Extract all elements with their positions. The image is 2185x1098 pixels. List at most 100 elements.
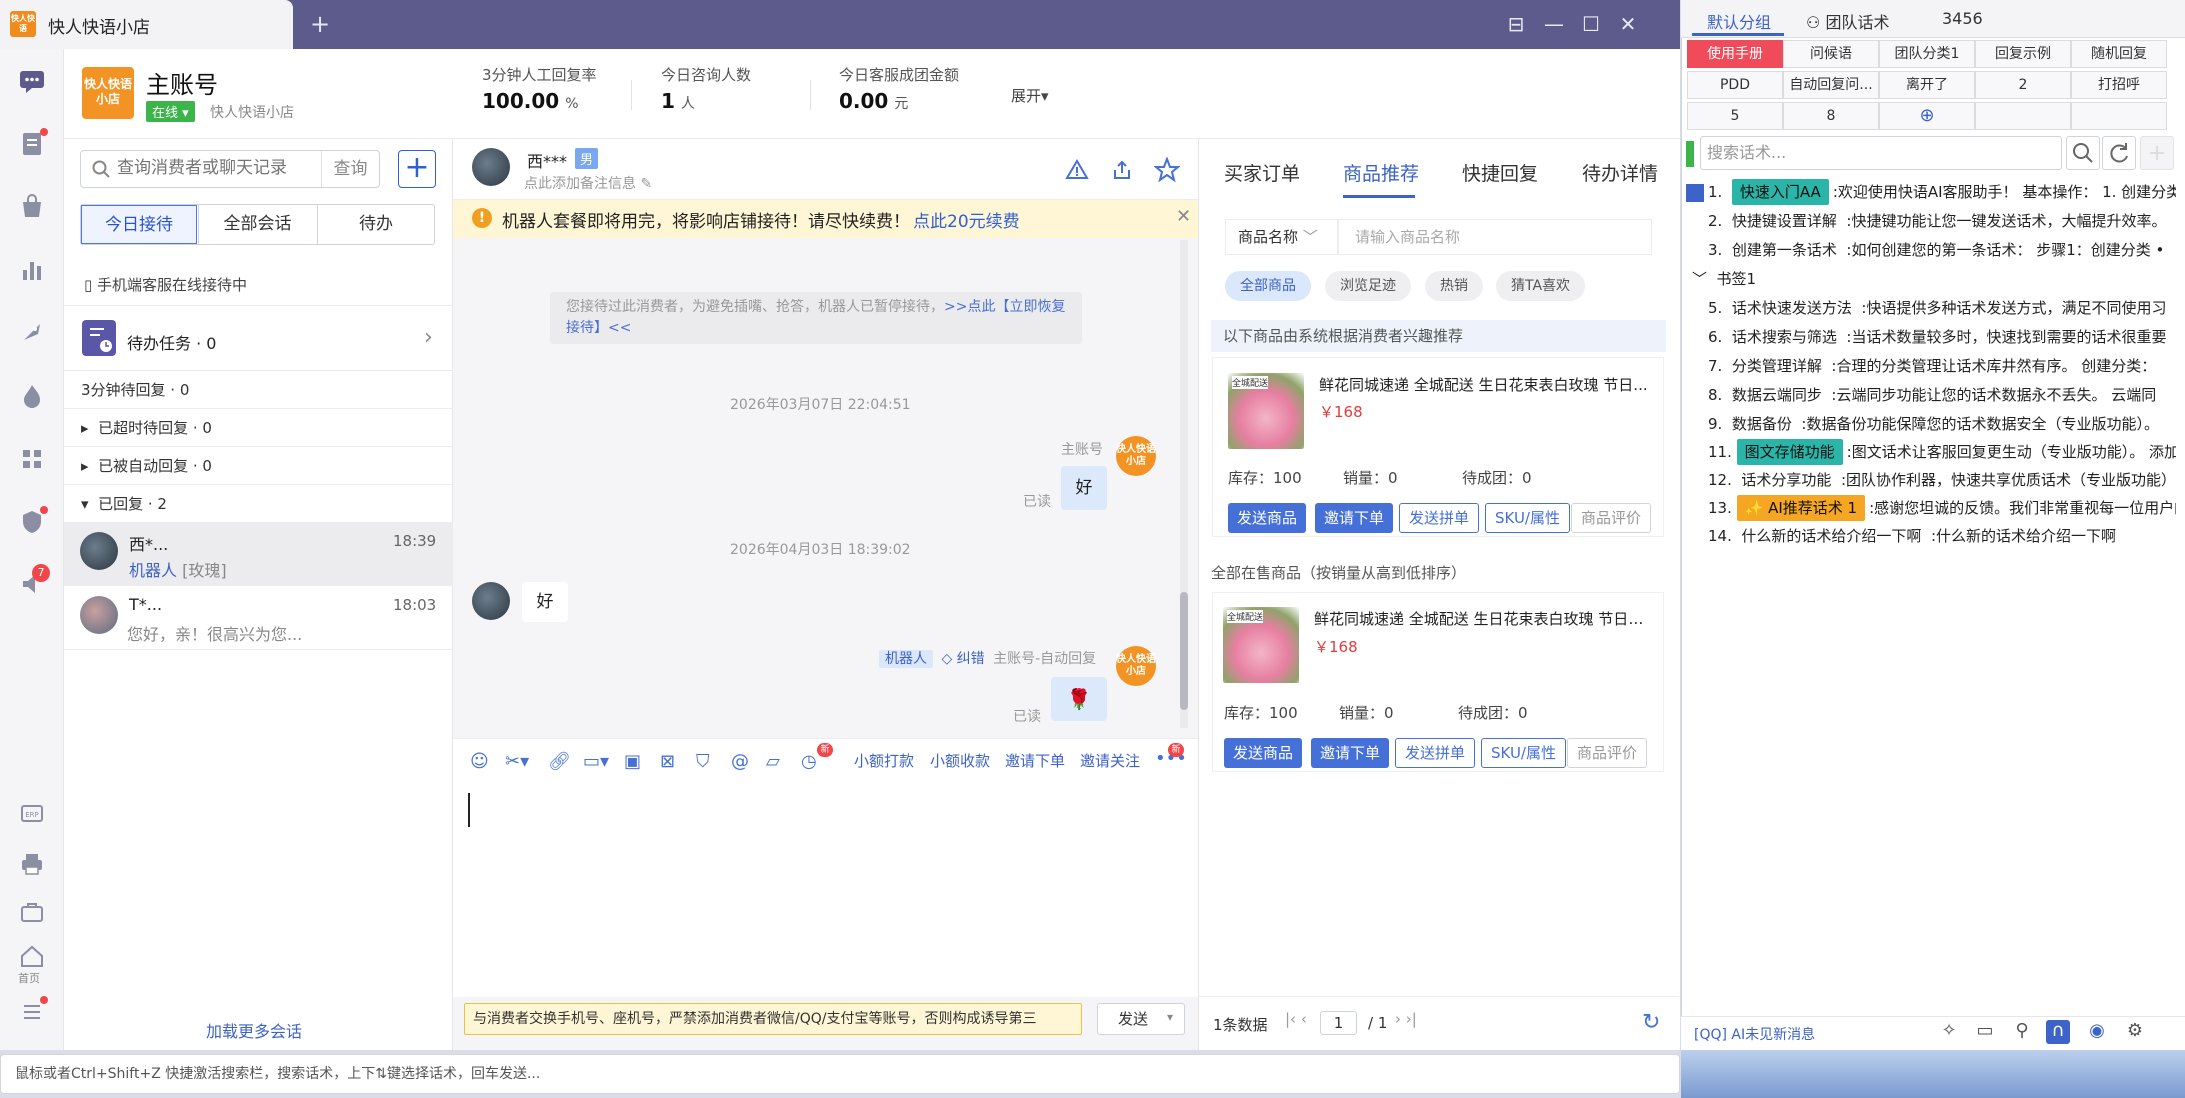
product-review-button[interactable]: 商品评价	[1571, 503, 1652, 533]
category-random-reply[interactable]: 随机回复	[2071, 40, 2167, 68]
pager-prev[interactable]: |‹ ‹	[1285, 1010, 1307, 1028]
warning-icon[interactable]	[1065, 158, 1089, 182]
minimize-button[interactable]: —	[1536, 6, 1572, 42]
chip-guess-like[interactable]: 猜TA喜欢	[1496, 271, 1586, 301]
category-auto-reply[interactable]: 自动回复问...	[1783, 71, 1879, 99]
send-product-button[interactable]: 发送商品	[1224, 738, 1303, 768]
category-hello[interactable]: 打招呼	[2071, 71, 2167, 99]
video-icon[interactable]: ▣	[624, 751, 641, 773]
refresh-icon[interactable]: ↻	[1642, 1010, 1660, 1035]
invite-order-button[interactable]: 邀请下单	[1315, 503, 1394, 533]
magnet-icon[interactable]: ∩	[2046, 1020, 2070, 1044]
erp-icon[interactable]: ERP	[16, 798, 48, 830]
script-folder[interactable]: ﹀ 书签1	[1686, 264, 2176, 294]
script-item[interactable]: 6. 话术搜索与筛选 :当话术数量较多时，快速找到需要的话术很重要	[1686, 322, 2176, 352]
close-icon[interactable]: ✕	[1176, 206, 1191, 227]
category-5[interactable]: 5	[1687, 102, 1783, 130]
script-item[interactable]: 13. ✨ AI推荐话术 1:感谢您坦诚的反馈。我们非常重视每一位用户的	[1686, 493, 2176, 523]
message-editor[interactable]	[453, 784, 1198, 997]
script-item[interactable]: 3. 创建第一条话术 :如何创建您的第一条话术： 步骤1：创建分类 •	[1686, 235, 2176, 265]
shield-icon[interactable]	[16, 506, 48, 538]
group-replied[interactable]: ▾ 已回复 · 2	[64, 485, 453, 523]
script-item[interactable]: 1. 快速入门AA:欢迎使用快语AI客服助手！ 基本操作： 1. 创建分类	[1686, 177, 2176, 207]
add-script-icon[interactable]	[2140, 136, 2174, 170]
script-item[interactable]: 5. 话术快速发送方法 :快语提供多种话术发送方式，满足不同使用习	[1686, 293, 2176, 323]
apps-icon[interactable]	[16, 443, 48, 475]
bag-icon[interactable]	[16, 190, 48, 222]
pin-window-button[interactable]: ⊟	[1498, 6, 1534, 42]
briefcase-icon[interactable]	[16, 896, 48, 928]
rocket-icon[interactable]	[16, 316, 48, 348]
add-category-icon[interactable]: ⊕	[1879, 102, 1975, 130]
sparkle-icon[interactable]: ✧	[1937, 1020, 1961, 1044]
folder-icon[interactable]: ▭	[1973, 1020, 1997, 1044]
add-conversation-button[interactable]: +	[398, 150, 436, 188]
product-image[interactable]: 全城配送	[1223, 607, 1299, 683]
script-item[interactable]: 8. 数据云端同步 :云端同步功能让您的话术数据永不丢失。 云端同	[1686, 380, 2176, 410]
tab-buyer-orders[interactable]: 买家订单	[1224, 159, 1300, 186]
renew-link[interactable]: 点此20元续费	[913, 207, 1020, 232]
category-2[interactable]: 2	[1975, 71, 2071, 99]
sku-button[interactable]: SKU/属性	[1485, 503, 1570, 533]
script-item[interactable]: 7. 分类管理详解 :合理的分类管理让话术库井然有序。 创建分类：	[1686, 351, 2176, 381]
sku-button[interactable]: SKU/属性	[1481, 738, 1566, 768]
chip-hot-sale[interactable]: 热销	[1425, 271, 1483, 301]
category-away[interactable]: 离开了	[1879, 71, 1975, 99]
script-item[interactable]: 9. 数据备份 :数据备份功能保障您的话术数据安全（专业版功能）。	[1686, 409, 2176, 439]
script-item[interactable]: 14. 什么新的话术给介绍一下啊 :什么新的话术给介绍一下啊	[1686, 521, 2176, 551]
chat-scrollbar[interactable]	[1180, 240, 1188, 728]
online-status-dropdown[interactable]: 在线 ▾	[146, 101, 195, 122]
new-tab-button[interactable]: +	[310, 10, 330, 38]
send-product-button[interactable]: 发送商品	[1228, 503, 1307, 533]
product-name[interactable]: 鲜花同城速递 全城配送 生日花束表白玫瑰 节日...	[1319, 374, 1657, 395]
category-pdd[interactable]: PDD	[1687, 71, 1783, 99]
tab-team-scripts[interactable]: ⚇ 团队话术	[1806, 9, 1889, 33]
group-overtime[interactable]: ▸ 已超时待回复 · 0	[64, 409, 453, 447]
link-icon[interactable]: 🔗︎	[548, 751, 571, 773]
tab-todo[interactable]: 待办	[317, 205, 434, 244]
search-icon[interactable]	[2066, 136, 2100, 170]
tab-todo-detail[interactable]: 待办详情	[1582, 159, 1658, 186]
toolbar-link-invite-follow[interactable]: 邀请关注	[1080, 750, 1140, 771]
chat-icon[interactable]	[16, 65, 48, 97]
speaker-icon[interactable]: 7	[16, 564, 50, 600]
send-group-buy-button[interactable]: 发送拼单	[1395, 738, 1476, 768]
close-window-button[interactable]: ✕	[1610, 6, 1646, 42]
shortcut-hint-bar[interactable]: 鼠标或者Ctrl+Shift+Z 快捷激活搜索栏，搜索话术，上下⇅键选择话术，回…	[0, 1054, 1680, 1094]
coupon-icon[interactable]: ⊠	[660, 751, 675, 773]
settings-icon[interactable]: ⚙	[2123, 1020, 2147, 1044]
scissors-icon[interactable]: ✂▾	[505, 751, 529, 773]
filter-select[interactable]: 商品名称 ﹀	[1225, 219, 1338, 255]
toolbar-link-collect[interactable]: 小额收款	[930, 750, 990, 771]
add-remark-link[interactable]: 点此添加备注信息 ✎	[524, 173, 652, 193]
script-item[interactable]: 2. 快捷键设置详解 :快捷键功能让您一键发送话术，大幅提升效率。	[1686, 206, 2176, 236]
script-item[interactable]: 11. 图文存储功能:图文话术让客服回复更生动（专业版功能）。 添加	[1686, 437, 2176, 467]
category-reply-example[interactable]: 回复示例	[1975, 40, 2071, 68]
product-image[interactable]: 全城配送	[1228, 373, 1304, 449]
home-icon[interactable]	[16, 940, 48, 972]
search-input[interactable]	[117, 158, 317, 178]
tab-3456[interactable]: 3456	[1942, 9, 1983, 28]
category-greeting[interactable]: 问候语	[1783, 40, 1879, 68]
category-manual[interactable]: 使用手册	[1687, 40, 1783, 68]
tab-today[interactable]: 今日接待	[81, 205, 197, 244]
load-more-link[interactable]: 加载更多会话	[206, 1018, 302, 1042]
tab-all-sessions[interactable]: 全部会话	[198, 205, 316, 244]
product-name-input[interactable]: 请输入商品名称	[1338, 219, 1652, 255]
tab-default-group[interactable]: 默认分组	[1707, 9, 1771, 33]
script-search-input[interactable]: 搜索话术...	[1700, 136, 2062, 170]
group-pending-3min[interactable]: 3分钟待回复 · 0	[64, 371, 453, 409]
invite-order-button[interactable]: 邀请下单	[1311, 738, 1390, 768]
correct-link[interactable]: ◇ 纠错	[941, 651, 984, 667]
refresh-icon[interactable]	[2102, 136, 2136, 170]
star-icon[interactable]	[1154, 157, 1180, 183]
printer-icon[interactable]	[16, 848, 48, 880]
message-icon[interactable]: ◉	[2085, 1020, 2109, 1044]
category-8[interactable]: 8	[1783, 102, 1879, 130]
maximize-button[interactable]: ☐	[1573, 6, 1609, 42]
product-review-button[interactable]: 商品评价	[1567, 738, 1648, 768]
pager-next[interactable]: › ›|	[1395, 1010, 1417, 1028]
search-button[interactable]: 查询	[321, 151, 379, 187]
tab-quick-reply[interactable]: 快捷回复	[1462, 159, 1538, 186]
todo-task-row[interactable]	[64, 305, 453, 371]
